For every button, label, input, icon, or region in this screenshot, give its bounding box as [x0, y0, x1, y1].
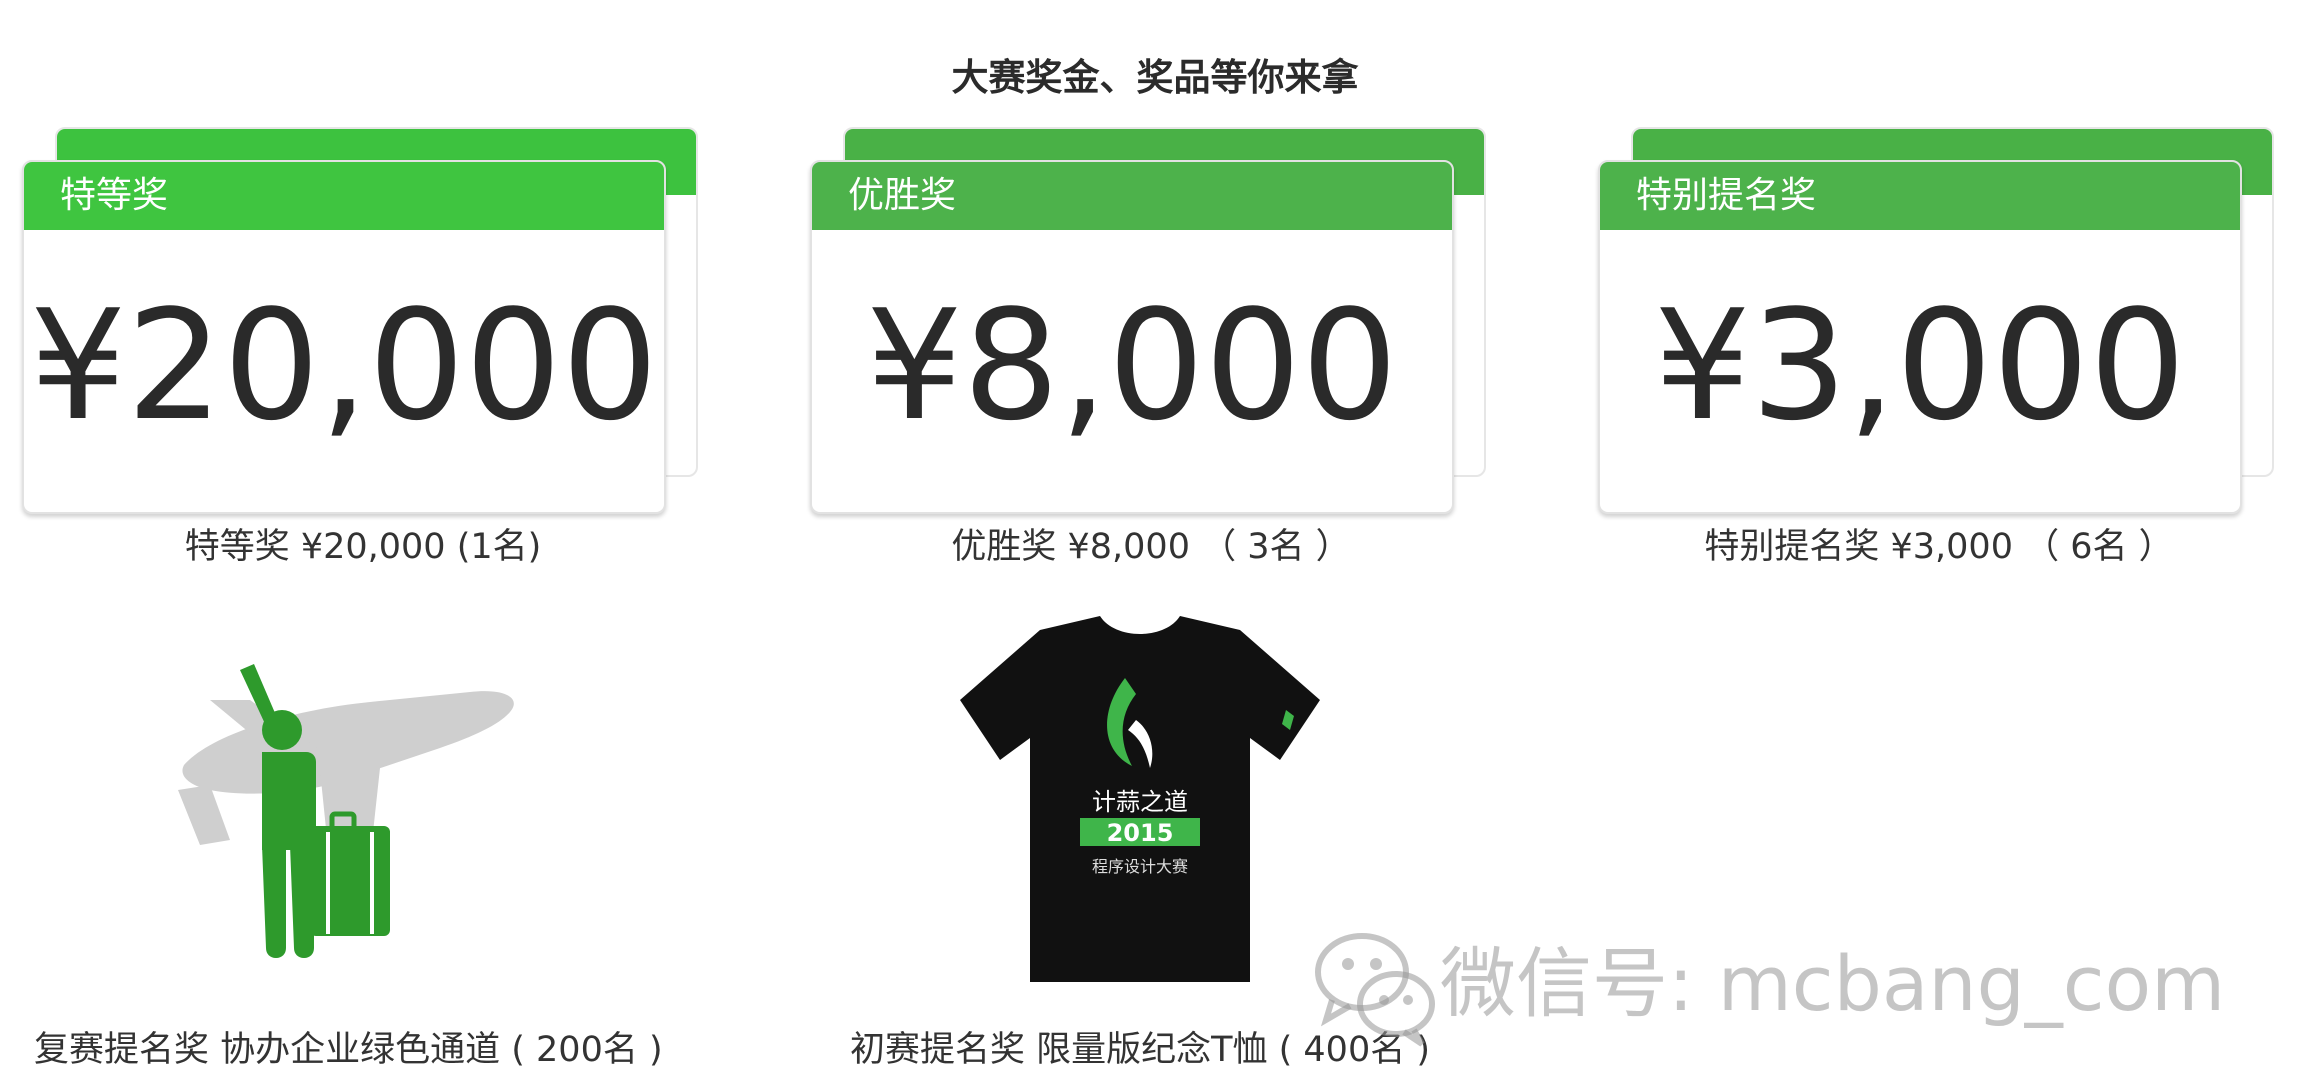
prize-card-front: 特等奖 ¥20,000 [22, 160, 666, 514]
page-title: 大赛奖金、奖品等你来拿 [951, 56, 1359, 99]
tshirt-icon: 计蒜之道 2015 程序设计大赛 [950, 610, 1330, 990]
prize-caption: 优胜奖 ¥8,000 （ 3名 ） [951, 527, 1351, 567]
shirt-brand-text: 计蒜之道 [1092, 788, 1188, 816]
prize-card-excellence: 优胜奖 ¥8,000 优胜奖 ¥8,000 （ 3名 ） [806, 125, 1496, 585]
traveler-airplane-icon [170, 640, 530, 960]
prize-card-front: 优胜奖 ¥8,000 [810, 160, 1454, 514]
prize-card-label: 优胜奖 [812, 162, 1452, 230]
prize-card-front: 特别提名奖 ¥3,000 [1598, 160, 2242, 514]
prize-card-label: 特等奖 [24, 162, 664, 230]
shirt-subtitle-text: 程序设计大赛 [1092, 857, 1188, 876]
prize-card-special: 特别提名奖 ¥3,000 特别提名奖 ¥3,000 （ 6名 ） [1594, 125, 2284, 585]
prize-caption: 特等奖 ¥20,000 (1名) [184, 527, 542, 567]
shirt-year-text: 2015 [1107, 819, 1174, 847]
watermark: 微信号: mcbang_com [1310, 920, 2280, 1050]
prize-card-grand: 特等奖 ¥20,000 特等奖 ¥20,000 (1名) [18, 125, 708, 585]
prize-card-amount: ¥3,000 [1654, 277, 2186, 454]
prize-card-amount: ¥8,000 [866, 277, 1398, 454]
prize-caption: 特别提名奖 ¥3,000 （ 6名 ） [1704, 527, 2174, 567]
reward-caption-finalist: 复赛提名奖 协办企业绿色通道 ( 200名 ) [34, 1030, 663, 1070]
wechat-icon [1315, 933, 1435, 1047]
prize-card-label: 特别提名奖 [1600, 162, 2240, 230]
watermark-text: 微信号: mcbang_com [1440, 939, 2226, 1028]
prize-card-amount: ¥20,000 [29, 277, 659, 454]
